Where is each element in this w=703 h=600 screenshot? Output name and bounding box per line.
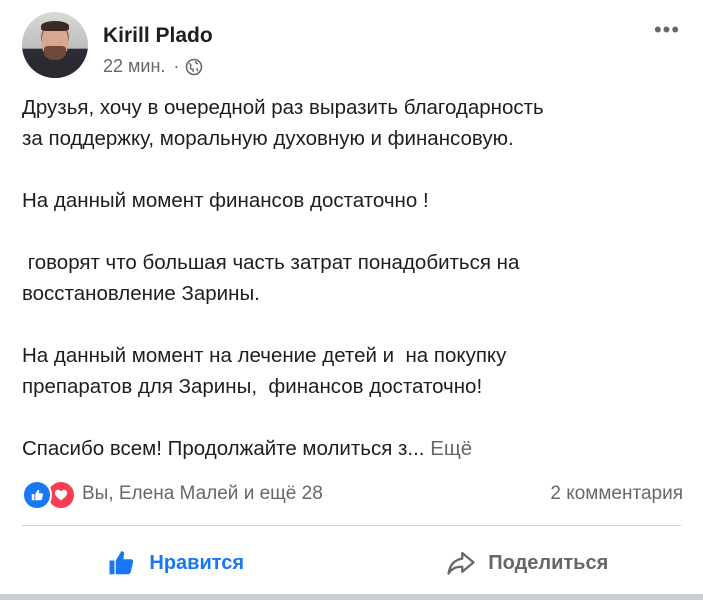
action-bar: Нравится Поделиться — [0, 540, 703, 586]
post-paragraph: На данный момент финансов достаточно ! — [22, 189, 429, 212]
avatar-beard — [44, 46, 66, 60]
reactors-summary[interactable]: Вы, Елена Малей и ещё 28 — [82, 483, 550, 505]
post-header: Kirill Plado 22 мин. · ••• — [22, 12, 687, 82]
post-meta: 22 мин. · — [103, 56, 203, 77]
bottom-separator — [0, 594, 703, 600]
like-button-label: Нравится — [149, 551, 245, 574]
post-paragraph-truncated: Спасибо всем! Продолжайте молиться з... — [22, 437, 425, 460]
thumbs-up-icon — [109, 551, 134, 575]
post-paragraph: Друзья, хочу в очередной раз выразить бл… — [22, 96, 544, 150]
reaction-icons[interactable] — [22, 480, 78, 510]
see-more-link[interactable]: Ещё — [430, 437, 472, 460]
author-name[interactable]: Kirill Plado — [103, 24, 213, 48]
share-button[interactable]: Поделиться — [352, 540, 703, 586]
more-options-button[interactable]: ••• — [647, 18, 687, 42]
like-icon — [22, 480, 52, 510]
comments-count[interactable]: 2 комментария — [550, 483, 683, 505]
post-body: Друзья, хочу в очередной раз выразить бл… — [22, 92, 681, 464]
post-time[interactable]: 22 мин. — [103, 56, 165, 77]
divider — [22, 525, 681, 526]
avatar-body — [26, 58, 84, 78]
post-paragraph-last: Спасибо всем! Продолжайте молиться з... … — [22, 433, 681, 464]
like-button[interactable]: Нравится — [0, 540, 352, 586]
author-avatar[interactable] — [22, 12, 88, 78]
reactions-bar: Вы, Елена Малей и ещё 28 2 комментария — [22, 478, 683, 510]
meta-separator: · — [173, 56, 180, 76]
share-button-label: Поделиться — [488, 551, 609, 574]
post-paragraph: говорят что большая часть затрат понадоб… — [22, 251, 520, 305]
avatar-hair — [41, 21, 69, 31]
post-paragraph: На данный момент на лечение детей и на п… — [22, 344, 507, 398]
share-arrow-icon — [447, 551, 475, 575]
globe-icon — [185, 58, 203, 76]
